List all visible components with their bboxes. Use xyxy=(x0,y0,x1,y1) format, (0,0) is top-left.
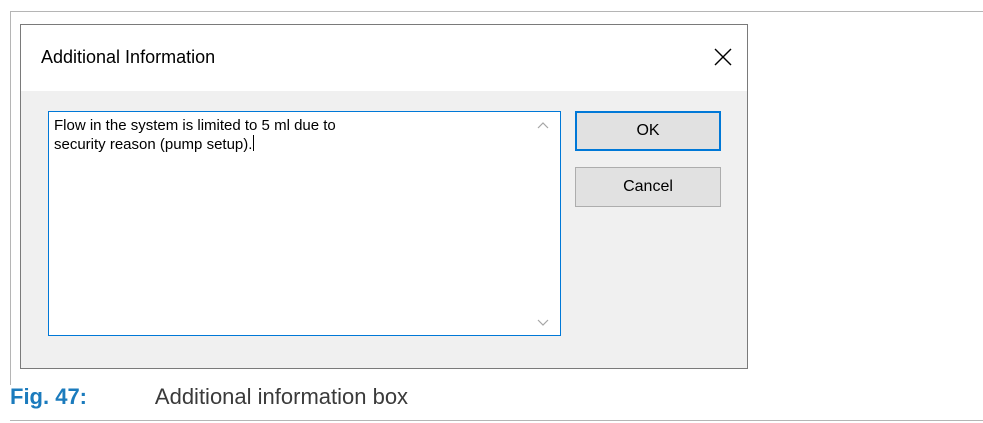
additional-information-dialog: Additional Information Flow in the syste… xyxy=(20,24,748,369)
dialog-titlebar: Additional Information xyxy=(21,25,747,91)
figure-caption-text: Additional information box xyxy=(154,384,409,409)
text-caret xyxy=(253,135,255,151)
textarea-text: Flow in the system is limited to 5 ml du… xyxy=(54,117,336,153)
chevron-up-icon xyxy=(537,122,549,129)
scroll-up-button[interactable] xyxy=(526,112,560,136)
figure-number: Fig. 47: xyxy=(10,384,88,409)
figure-frame-top xyxy=(10,11,983,12)
cancel-button[interactable]: Cancel xyxy=(575,167,721,207)
vertical-scrollbar[interactable] xyxy=(526,112,560,335)
dialog-title: Additional Information xyxy=(41,47,216,67)
figure-frame-left xyxy=(10,11,11,385)
ok-button[interactable]: OK xyxy=(575,111,721,151)
scroll-down-button[interactable] xyxy=(526,311,560,335)
figure-frame-bottom xyxy=(10,420,983,421)
chevron-down-icon xyxy=(537,319,549,326)
close-button[interactable] xyxy=(705,39,741,75)
figure-caption: Fig. 47: Additional information box xyxy=(10,383,408,411)
additional-info-textarea[interactable]: Flow in the system is limited to 5 ml du… xyxy=(48,111,561,336)
close-icon xyxy=(714,48,732,66)
